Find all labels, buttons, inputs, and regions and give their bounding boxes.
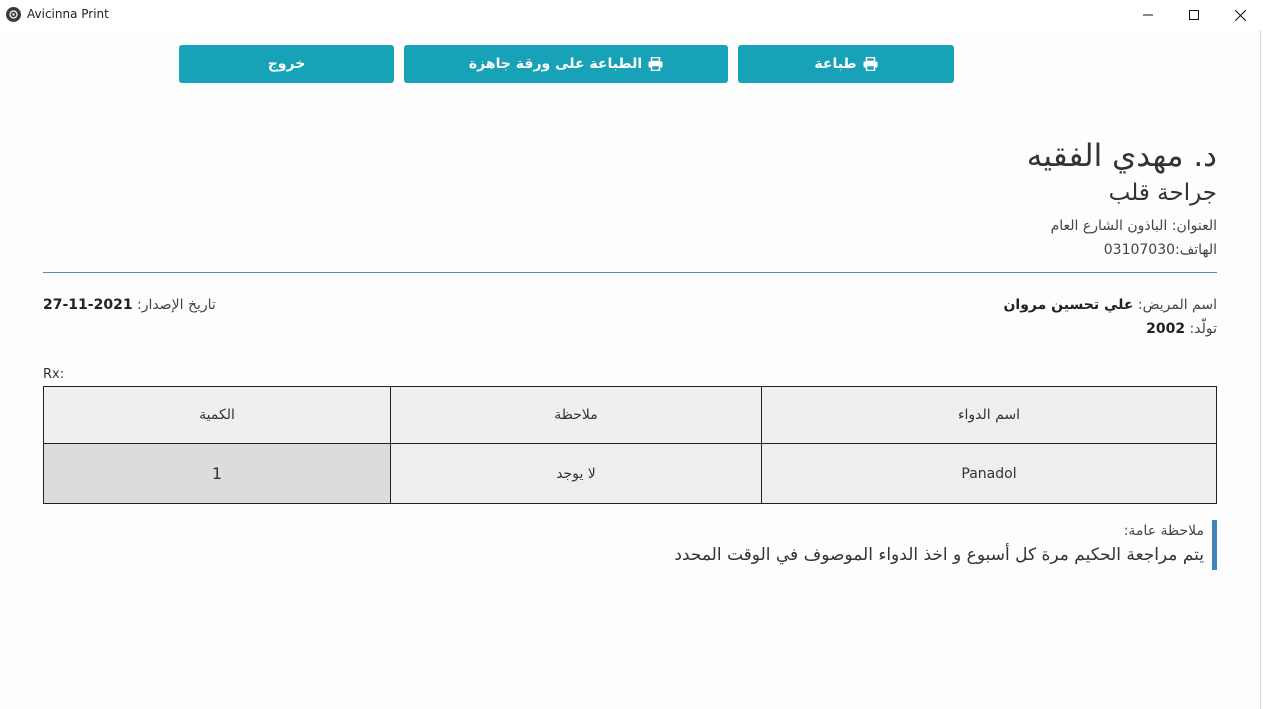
medications-table: اسم الدواء ملاحظة الكمية Panadol لا يوجد…	[43, 386, 1217, 504]
issue-date-row: تاريخ الإصدار: 2021-11-27	[43, 297, 216, 313]
doctor-name: د. مهدي الفقيه	[1026, 138, 1217, 174]
rx-label: Rx:	[43, 367, 65, 382]
maximize-icon	[1189, 10, 1199, 20]
close-icon	[1234, 9, 1246, 21]
doctor-address: العنوان: الباذون الشارع العام	[1051, 218, 1217, 234]
address-label: العنوان:	[1171, 218, 1217, 234]
app-logo-icon	[6, 7, 21, 22]
patient-born-value: 2002	[1146, 321, 1186, 337]
exit-button[interactable]: خروج	[179, 45, 394, 83]
window-edge	[1260, 30, 1261, 709]
cell-quantity: 1	[43, 443, 391, 504]
general-note-label: ملاحظة عامة:	[1123, 523, 1204, 539]
column-header-medication: اسم الدواء	[761, 386, 1217, 444]
column-header-quantity: الكمية	[43, 386, 391, 444]
doctor-phone: الهاتف:03107030	[1104, 242, 1217, 258]
exit-button-label: خروج	[267, 56, 306, 72]
cell-medication: Panadol	[761, 443, 1217, 504]
patient-name-value: علي تحسين مروان	[1003, 297, 1134, 313]
maximize-button[interactable]	[1171, 0, 1217, 30]
table-row: Panadol لا يوجد 1	[43, 443, 1217, 504]
general-note: ملاحظة عامة: يتم مراجعة الحكيم مرة كل أس…	[674, 520, 1217, 570]
printer-icon	[648, 57, 663, 71]
minimize-button[interactable]	[1125, 0, 1171, 30]
patient-name-label: اسم المريض:	[1137, 297, 1217, 313]
window-title: Avicinna Print	[27, 7, 109, 21]
printer-icon	[863, 57, 878, 71]
print-ready-paper-label: الطباعة على ورقة جاهزة	[468, 56, 643, 72]
general-note-text: يتم مراجعة الحكيم مرة كل أسبوع و اخذ الد…	[674, 545, 1204, 565]
print-button-label: طباعة	[814, 56, 857, 72]
close-button[interactable]	[1217, 0, 1263, 30]
doctor-specialty: جراحة قلب	[1108, 180, 1217, 206]
patient-born-label: تولّد:	[1189, 321, 1217, 337]
issue-date-value: 2021-11-27	[43, 297, 133, 313]
minimize-icon	[1143, 14, 1153, 16]
print-ready-paper-button[interactable]: الطباعة على ورقة جاهزة	[404, 45, 728, 83]
phone-value: 03107030	[1103, 242, 1176, 258]
title-bar: Avicinna Print	[0, 0, 1263, 30]
header-divider	[43, 272, 1217, 273]
print-button[interactable]: طباعة	[738, 45, 954, 83]
patient-born-row: تولّد: 2002	[1146, 321, 1217, 337]
address-value: الباذون الشارع العام	[1050, 218, 1168, 234]
phone-label: الهاتف:	[1175, 242, 1217, 258]
issue-date-label: تاريخ الإصدار:	[137, 297, 216, 313]
patient-name-row: اسم المريض: علي تحسين مروان	[1003, 297, 1217, 313]
cell-note: لا يوجد	[390, 443, 762, 504]
column-header-note: ملاحظة	[390, 386, 762, 444]
table-header-row: اسم الدواء ملاحظة الكمية	[43, 386, 1217, 444]
